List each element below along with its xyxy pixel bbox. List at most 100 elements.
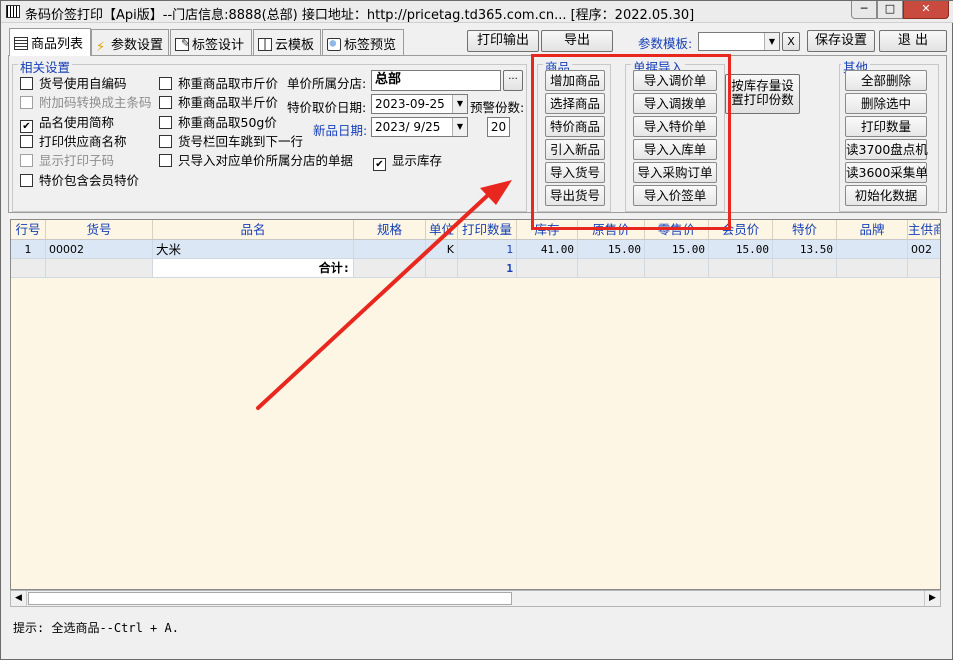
- column-header[interactable]: 库存: [517, 220, 578, 239]
- checkbox-box[interactable]: [20, 173, 33, 187]
- table-cell[interactable]: 15.00: [645, 240, 709, 259]
- close-button[interactable]: ✕: [903, 1, 949, 19]
- import-transfer-button[interactable]: 导入调拨单: [633, 93, 717, 114]
- save-settings-button[interactable]: 保存设置: [807, 30, 875, 52]
- delete-selected-button[interactable]: 删除选中: [845, 93, 927, 114]
- param-template-select[interactable]: ▼: [698, 32, 780, 51]
- special-goods-button[interactable]: 特价商品: [545, 116, 605, 137]
- export-sku-button[interactable]: 导出货号: [545, 185, 605, 206]
- column-header[interactable]: 打印数量: [458, 220, 517, 239]
- checkbox-box[interactable]: [20, 134, 33, 148]
- table-cell[interactable]: K: [426, 240, 458, 259]
- table-cell[interactable]: 1: [11, 240, 46, 259]
- tab-params[interactable]: ⚡ 参数设置: [91, 29, 169, 55]
- checkbox-box[interactable]: [20, 154, 33, 168]
- column-header[interactable]: 会员价: [709, 220, 773, 239]
- import-new-goods-button[interactable]: 引入新品: [545, 139, 605, 160]
- column-header[interactable]: 品牌: [837, 220, 908, 239]
- table-cell[interactable]: 大米: [153, 240, 354, 259]
- init-data-button[interactable]: 初始化数据: [845, 185, 927, 206]
- maximize-button[interactable]: □: [877, 1, 903, 19]
- setting-checkbox[interactable]: 只导入对应单价所属分店的单据: [159, 150, 353, 168]
- totals-row: 合计: 1: [11, 259, 940, 278]
- show-stock-checkbox[interactable]: ✔ 显示库存: [373, 150, 443, 171]
- column-header[interactable]: 货号: [46, 220, 153, 239]
- clear-template-button[interactable]: X: [782, 32, 800, 51]
- show-stock-label: 显示库存: [392, 153, 443, 168]
- checkbox-box[interactable]: [20, 96, 33, 110]
- special-date-picker[interactable]: 2023-09-25 ▼: [371, 94, 468, 114]
- stock-print-qty-button[interactable]: 按库存量设置打印份数: [725, 74, 800, 114]
- column-header[interactable]: 特价: [773, 220, 837, 239]
- column-header[interactable]: 品名: [153, 220, 354, 239]
- column-header[interactable]: 规格: [354, 220, 426, 239]
- tab-label-preview[interactable]: 标签预览: [322, 29, 404, 55]
- column-header[interactable]: 单位: [426, 220, 458, 239]
- scroll-right-icon[interactable]: ▶: [924, 591, 940, 606]
- column-header[interactable]: 行号: [11, 220, 46, 239]
- table-row[interactable]: 1 00002 大米 K 1 41.00 15.00 15.00 15.00 13.50 002: [11, 240, 940, 259]
- column-header[interactable]: 原售价: [578, 220, 645, 239]
- read-3600-button[interactable]: 读3600采集单: [845, 162, 928, 183]
- import-special-button[interactable]: 导入特价单: [633, 116, 717, 137]
- table-cell[interactable]: 15.00: [709, 240, 773, 259]
- tab-cloud-template[interactable]: 云模板: [253, 29, 321, 55]
- setting-checkbox[interactable]: 货号使用自编码: [20, 73, 127, 91]
- warn-count-field[interactable]: 20: [487, 117, 510, 137]
- table-cell[interactable]: 002: [908, 240, 940, 259]
- checkbox-box[interactable]: [20, 77, 33, 90]
- goods-grid[interactable]: 行号货号品名规格单位打印数量库存原售价零售价会员价特价品牌主供商 100002大…: [10, 219, 941, 590]
- scroll-thumb[interactable]: [28, 592, 512, 605]
- chevron-down-icon[interactable]: ▼: [452, 118, 467, 136]
- setting-checkbox[interactable]: ✔ 品名使用简称: [20, 112, 114, 133]
- checkbox-box[interactable]: [159, 77, 172, 90]
- setting-checkbox[interactable]: 打印供应商名称: [20, 131, 127, 149]
- checkbox-box[interactable]: [159, 134, 172, 148]
- add-goods-button[interactable]: 增加商品: [545, 70, 605, 91]
- table-cell[interactable]: 15.00: [578, 240, 645, 259]
- checkbox-box[interactable]: [159, 115, 172, 129]
- column-header[interactable]: 零售价: [645, 220, 709, 239]
- setting-checkbox[interactable]: 货号栏回车跳到下一行: [159, 131, 303, 149]
- print-output-button[interactable]: 打印输出: [467, 30, 539, 52]
- checkbox-box[interactable]: ✔: [373, 158, 386, 171]
- setting-checkbox[interactable]: 附加码转换成主条码: [20, 92, 152, 110]
- branch-field[interactable]: 总部: [371, 70, 501, 91]
- select-goods-button[interactable]: 选择商品: [545, 93, 605, 114]
- import-tag-sheet-button[interactable]: 导入价签单: [633, 185, 717, 206]
- checkbox-box[interactable]: [159, 154, 172, 168]
- setting-checkbox[interactable]: 特价包含会员特价: [20, 170, 139, 188]
- checkbox-label: 称重商品取半斤价: [178, 95, 279, 111]
- export-button[interactable]: 导出: [541, 30, 613, 52]
- setting-checkbox[interactable]: 称重商品取市斤价: [159, 73, 278, 91]
- table-cell[interactable]: 1: [458, 240, 517, 259]
- scroll-left-icon[interactable]: ◀: [11, 591, 27, 606]
- tab-label-design[interactable]: ✎ 标签设计: [170, 29, 252, 55]
- table-cell: [517, 259, 578, 278]
- new-date-picker[interactable]: 2023/ 9/25 ▼: [371, 117, 468, 137]
- minimize-button[interactable]: ─: [851, 1, 877, 19]
- branch-picker-button[interactable]: ···: [503, 70, 523, 91]
- tab-goods-list[interactable]: 商品列表: [9, 28, 91, 56]
- delete-all-button[interactable]: 全部删除: [845, 70, 927, 91]
- table-cell[interactable]: 41.00: [517, 240, 578, 259]
- column-header[interactable]: 主供商: [908, 220, 940, 239]
- import-purchase-order-button[interactable]: 导入采购订单: [633, 162, 717, 183]
- read-3700-button[interactable]: 读3700盘点机: [845, 139, 928, 160]
- checkbox-box[interactable]: [159, 96, 172, 110]
- import-inbound-button[interactable]: 导入入库单: [633, 139, 717, 160]
- table-cell[interactable]: [837, 240, 908, 259]
- chevron-down-icon[interactable]: ▼: [452, 95, 467, 113]
- import-sku-button[interactable]: 导入货号: [545, 162, 605, 183]
- table-cell[interactable]: 00002: [46, 240, 153, 259]
- horizontal-scrollbar[interactable]: ◀ ▶: [10, 590, 941, 607]
- setting-checkbox[interactable]: 称重商品取50g价: [159, 112, 277, 130]
- import-price-adjust-button[interactable]: 导入调价单: [633, 70, 717, 91]
- setting-checkbox[interactable]: 显示打印子码: [20, 150, 114, 168]
- table-cell[interactable]: 13.50: [773, 240, 837, 259]
- print-quantity-button[interactable]: 打印数量: [845, 116, 927, 137]
- exit-button[interactable]: 退 出: [879, 30, 947, 52]
- table-cell[interactable]: [354, 240, 426, 259]
- setting-checkbox[interactable]: 称重商品取半斤价: [159, 92, 279, 111]
- chevron-down-icon[interactable]: ▼: [764, 33, 779, 50]
